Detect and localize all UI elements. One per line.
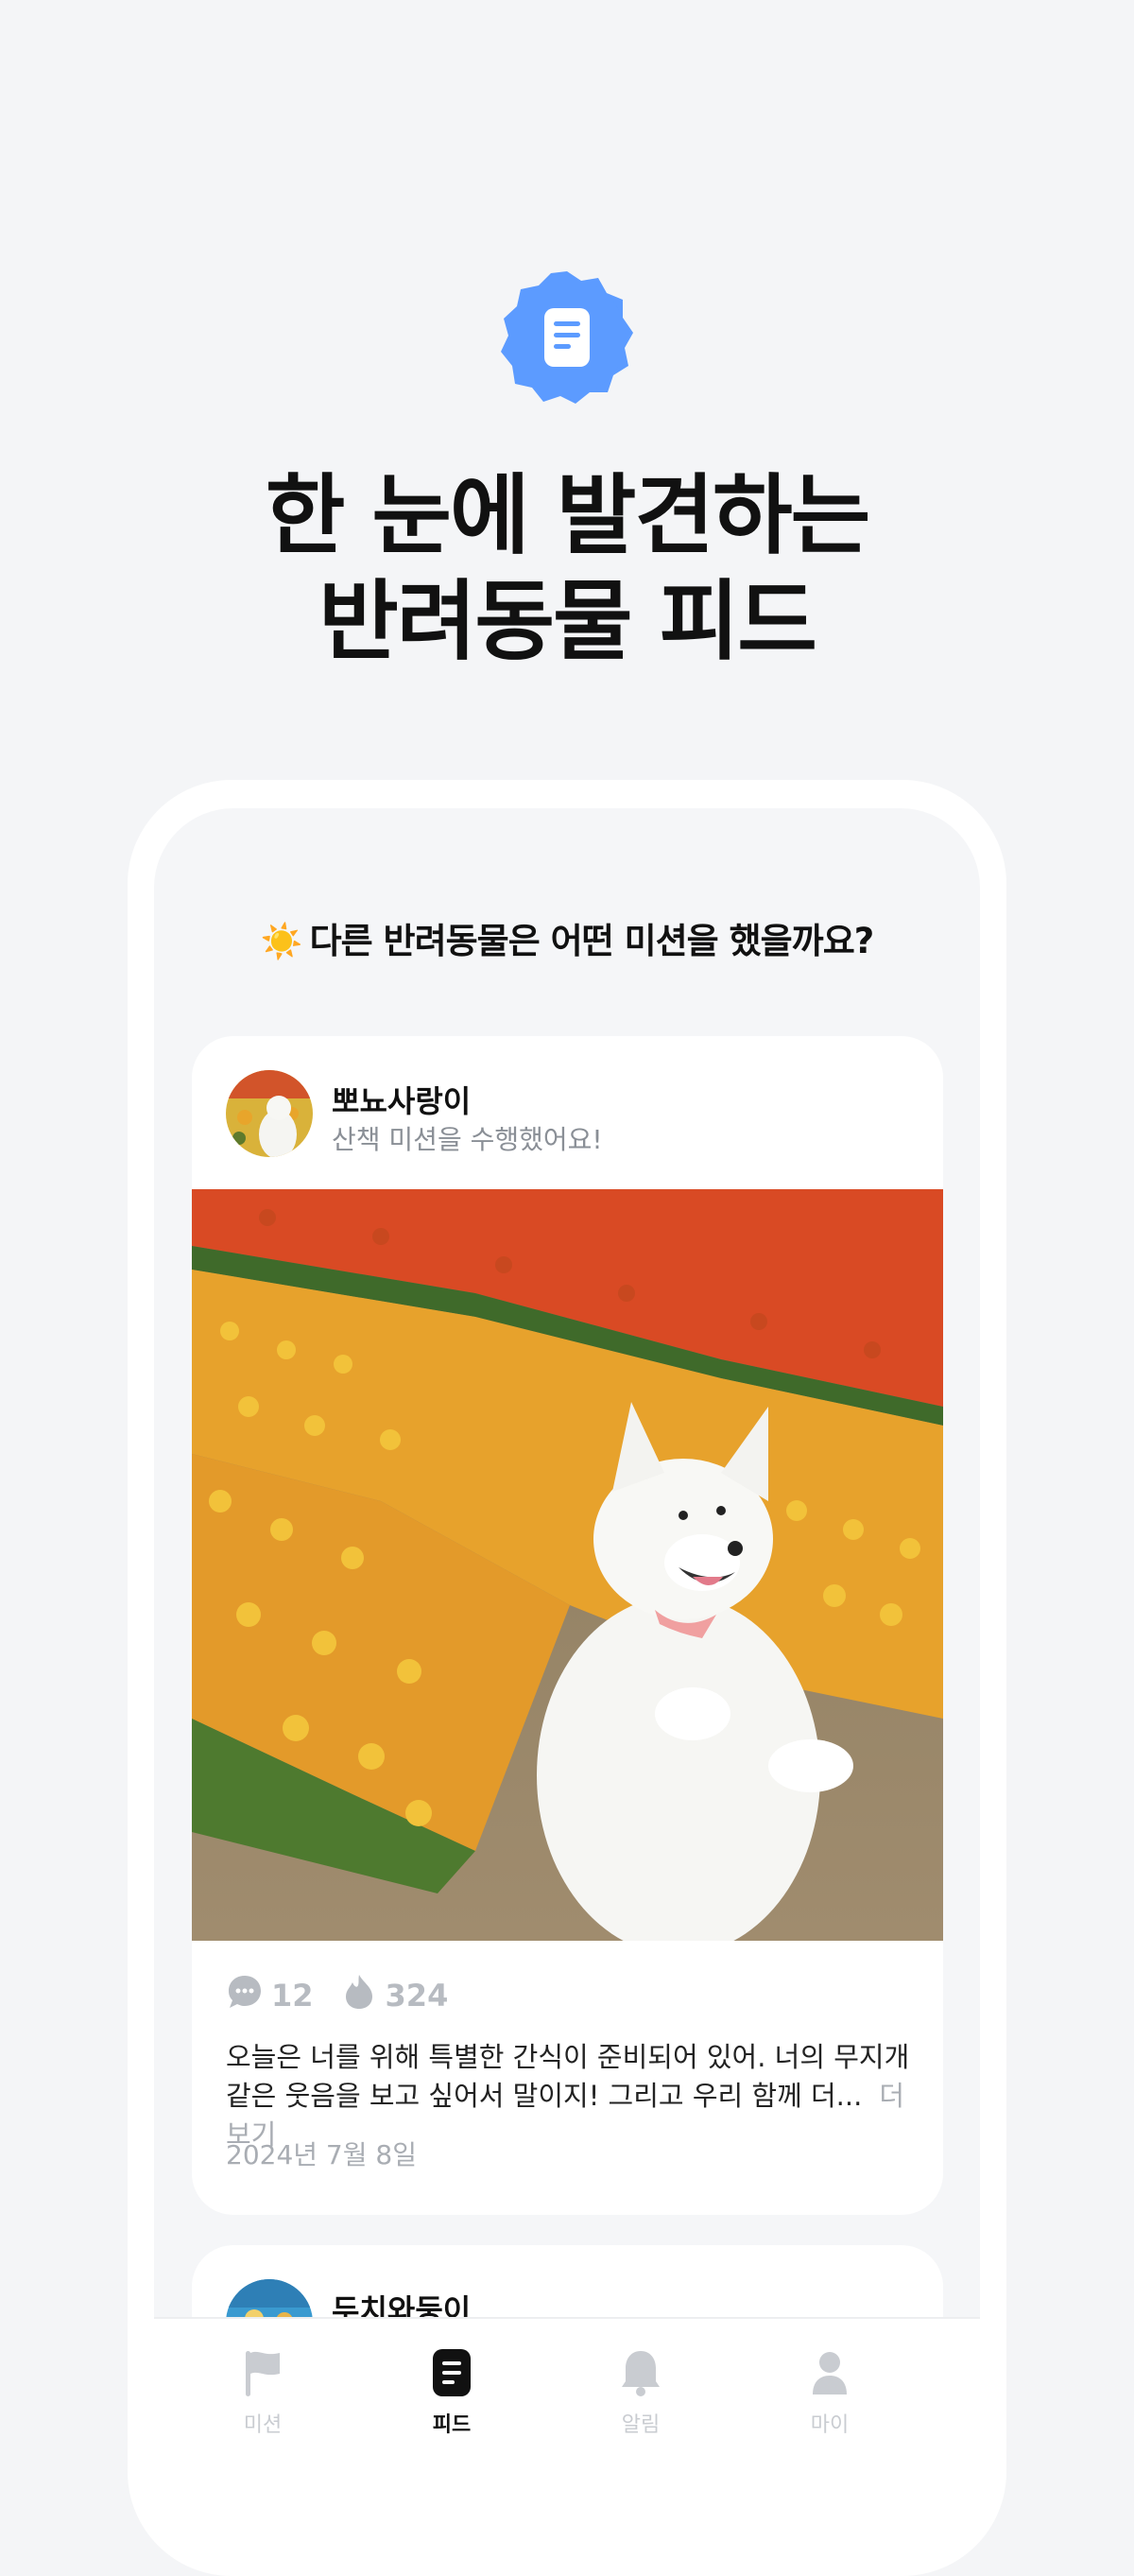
comment-count[interactable]: 12 bbox=[226, 1973, 314, 2018]
comment-count-value: 12 bbox=[271, 1978, 314, 2014]
flame-icon bbox=[340, 1973, 386, 2018]
feed-heading-text: 다른 반려동물은 어떤 미션을 했을까요? bbox=[309, 921, 875, 961]
tab-my[interactable]: 마이 bbox=[773, 2347, 886, 2438]
post-mission-text: 산책 미션을 수행했어요! bbox=[332, 1124, 603, 1155]
sun-icon: ☀️ bbox=[260, 923, 303, 961]
feed-icon bbox=[431, 2349, 472, 2402]
tab-label: 미션 bbox=[243, 2413, 283, 2437]
hero-title-line2: 반려동물 피드 bbox=[318, 571, 817, 672]
hero-title-line1: 한 눈에 발견하는 bbox=[265, 465, 871, 566]
tab-label: 피드 bbox=[432, 2413, 472, 2437]
tab-notifications[interactable]: 알림 bbox=[584, 2347, 697, 2438]
comment-icon bbox=[226, 1973, 271, 2018]
bell-icon bbox=[620, 2351, 662, 2402]
person-icon bbox=[809, 2352, 850, 2402]
document-badge-icon bbox=[496, 267, 638, 408]
like-count-value: 324 bbox=[385, 1978, 449, 2014]
hero-title: 한 눈에 발견하는 반려동물 피드 bbox=[0, 463, 1134, 675]
tab-mission[interactable]: 미션 bbox=[206, 2347, 319, 2438]
post-username[interactable]: 뽀뇨사랑이 bbox=[332, 1078, 471, 1121]
tab-label: 알림 bbox=[621, 2413, 661, 2437]
feed-post-card[interactable]: 뽀뇨사랑이 산책 미션을 수행했어요! 12 324 오늘은 너를 위해 특별한… bbox=[192, 1036, 943, 2215]
post-caption-text: 오늘은 너를 위해 특별한 간식이 준비되어 있어. 너의 무지개 같은 웃음을… bbox=[226, 2041, 910, 2112]
avatar[interactable] bbox=[226, 1070, 313, 1157]
post-photo[interactable] bbox=[192, 1189, 943, 1941]
feed-heading: ☀️ 다른 반려동물은 어떤 미션을 했을까요? bbox=[154, 912, 980, 963]
flag-icon bbox=[242, 2351, 284, 2402]
tab-label: 마이 bbox=[810, 2413, 850, 2437]
post-date: 2024년 7월 8일 bbox=[226, 2139, 417, 2170]
post-stats: 12 324 bbox=[226, 1972, 474, 2019]
tab-feed[interactable]: 피드 bbox=[395, 2347, 508, 2438]
phone-screen: ☀️ 다른 반려동물은 어떤 미션을 했을까요? 뽀뇨사랑이 산책 미션을 수행했… bbox=[154, 808, 980, 2459]
bottom-tab-bar: 미션 피드 알림 마이 bbox=[154, 2317, 980, 2459]
like-count[interactable]: 324 bbox=[340, 1973, 449, 2018]
